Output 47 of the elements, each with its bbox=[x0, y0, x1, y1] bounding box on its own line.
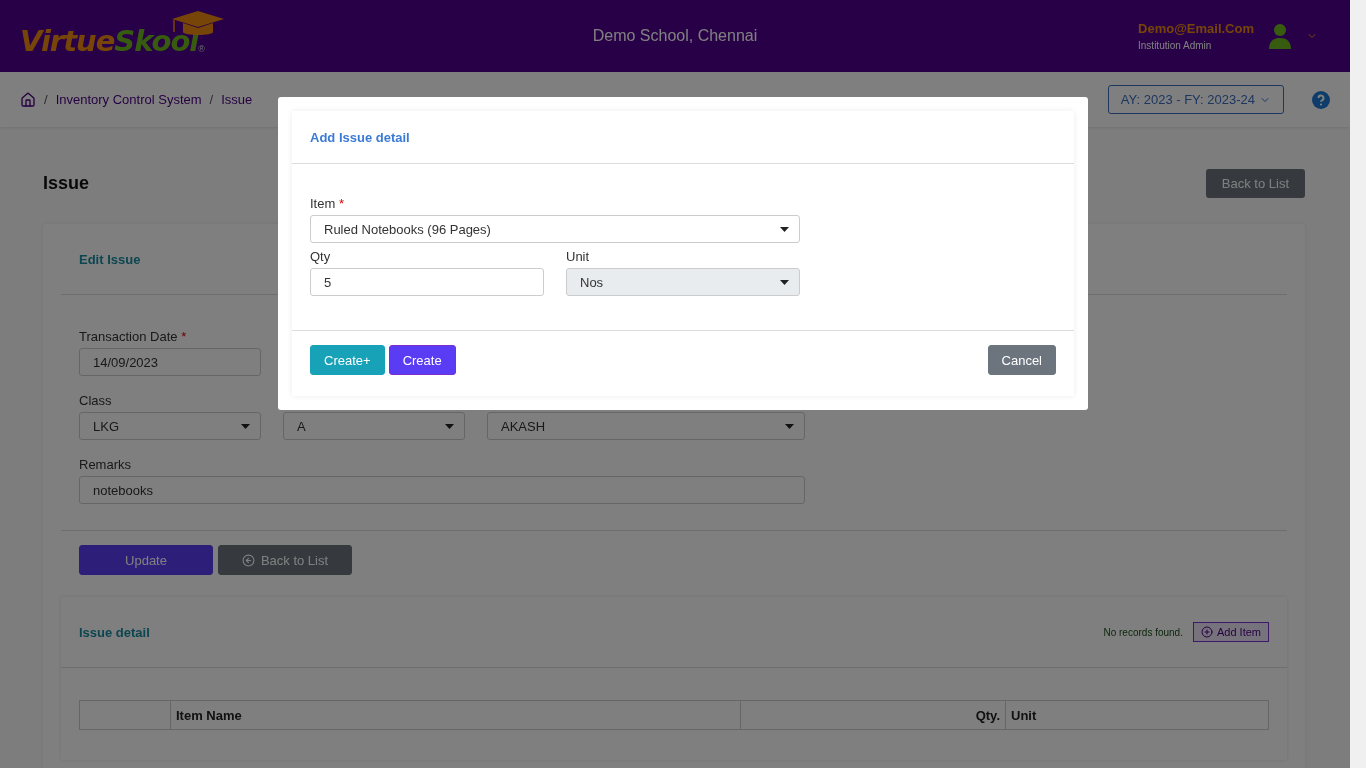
caret-icon bbox=[780, 279, 789, 285]
select-field[interactable]: LKG bbox=[79, 412, 261, 440]
avatar-icon[interactable] bbox=[1268, 23, 1292, 49]
field-label: Unit bbox=[566, 249, 591, 264]
caret-icon bbox=[445, 423, 454, 429]
help-icon[interactable] bbox=[1312, 90, 1330, 109]
logo: VirtueSkool® bbox=[20, 14, 593, 58]
card-title: Edit Issue bbox=[79, 251, 141, 267]
column-header: Unit bbox=[1011, 707, 1037, 723]
caret-icon bbox=[241, 423, 250, 429]
user-email: Demo@Email.Com bbox=[1138, 21, 1254, 36]
update-button[interactable]: Update bbox=[79, 545, 213, 575]
page-title: Issue bbox=[43, 173, 90, 194]
breadcrumb-separator: / bbox=[44, 92, 48, 107]
breadcrumb-link[interactable]: Inventory Control System bbox=[55, 92, 202, 107]
card-title: Issue detail bbox=[79, 624, 150, 640]
home-icon[interactable] bbox=[20, 91, 36, 108]
add-item-button[interactable]: Add Item bbox=[1192, 622, 1269, 642]
user-role: Institution Admin bbox=[1138, 40, 1213, 51]
text-field[interactable]: 14/09/2023 bbox=[79, 348, 261, 376]
field-label: Item * bbox=[310, 196, 345, 211]
select-field[interactable]: AKASH bbox=[487, 412, 805, 440]
breadcrumb-link[interactable]: Issue bbox=[221, 92, 253, 107]
create-button[interactable]: Create bbox=[388, 345, 456, 375]
field-label: Transaction Date * bbox=[79, 329, 188, 344]
back-to-list-button[interactable]: Back to List bbox=[218, 545, 352, 575]
text-field[interactable]: 5 bbox=[310, 268, 544, 296]
text-field[interactable]: notebooks bbox=[79, 476, 805, 504]
caret-icon bbox=[785, 423, 794, 429]
select-field[interactable]: A bbox=[283, 412, 465, 440]
column-header: Item Name bbox=[176, 707, 242, 723]
breadcrumb-separator: / bbox=[209, 92, 214, 107]
create-plus-button[interactable]: Create+ bbox=[310, 345, 385, 375]
empty-message: No records found. bbox=[1103, 626, 1183, 638]
academic-year-dropdown[interactable]: AY: 2023 - FY: 2023-24 bbox=[1107, 85, 1284, 114]
field-label: Qty bbox=[310, 249, 332, 264]
select-field[interactable]: Ruled Notebooks (96 Pages) bbox=[310, 215, 800, 243]
back-to-list-button[interactable]: Back to List bbox=[1205, 169, 1305, 198]
plus-icon bbox=[1200, 626, 1213, 638]
modal-title: Add Issue detail bbox=[310, 129, 410, 145]
column-header: Qty. bbox=[975, 707, 1000, 723]
back-icon bbox=[241, 553, 255, 567]
field-label: Remarks bbox=[79, 457, 132, 472]
field-label: Class bbox=[79, 393, 113, 408]
cancel-button[interactable]: Cancel bbox=[987, 345, 1056, 375]
caret-icon bbox=[780, 226, 789, 232]
school-name: Demo School, Chennai bbox=[592, 27, 758, 45]
